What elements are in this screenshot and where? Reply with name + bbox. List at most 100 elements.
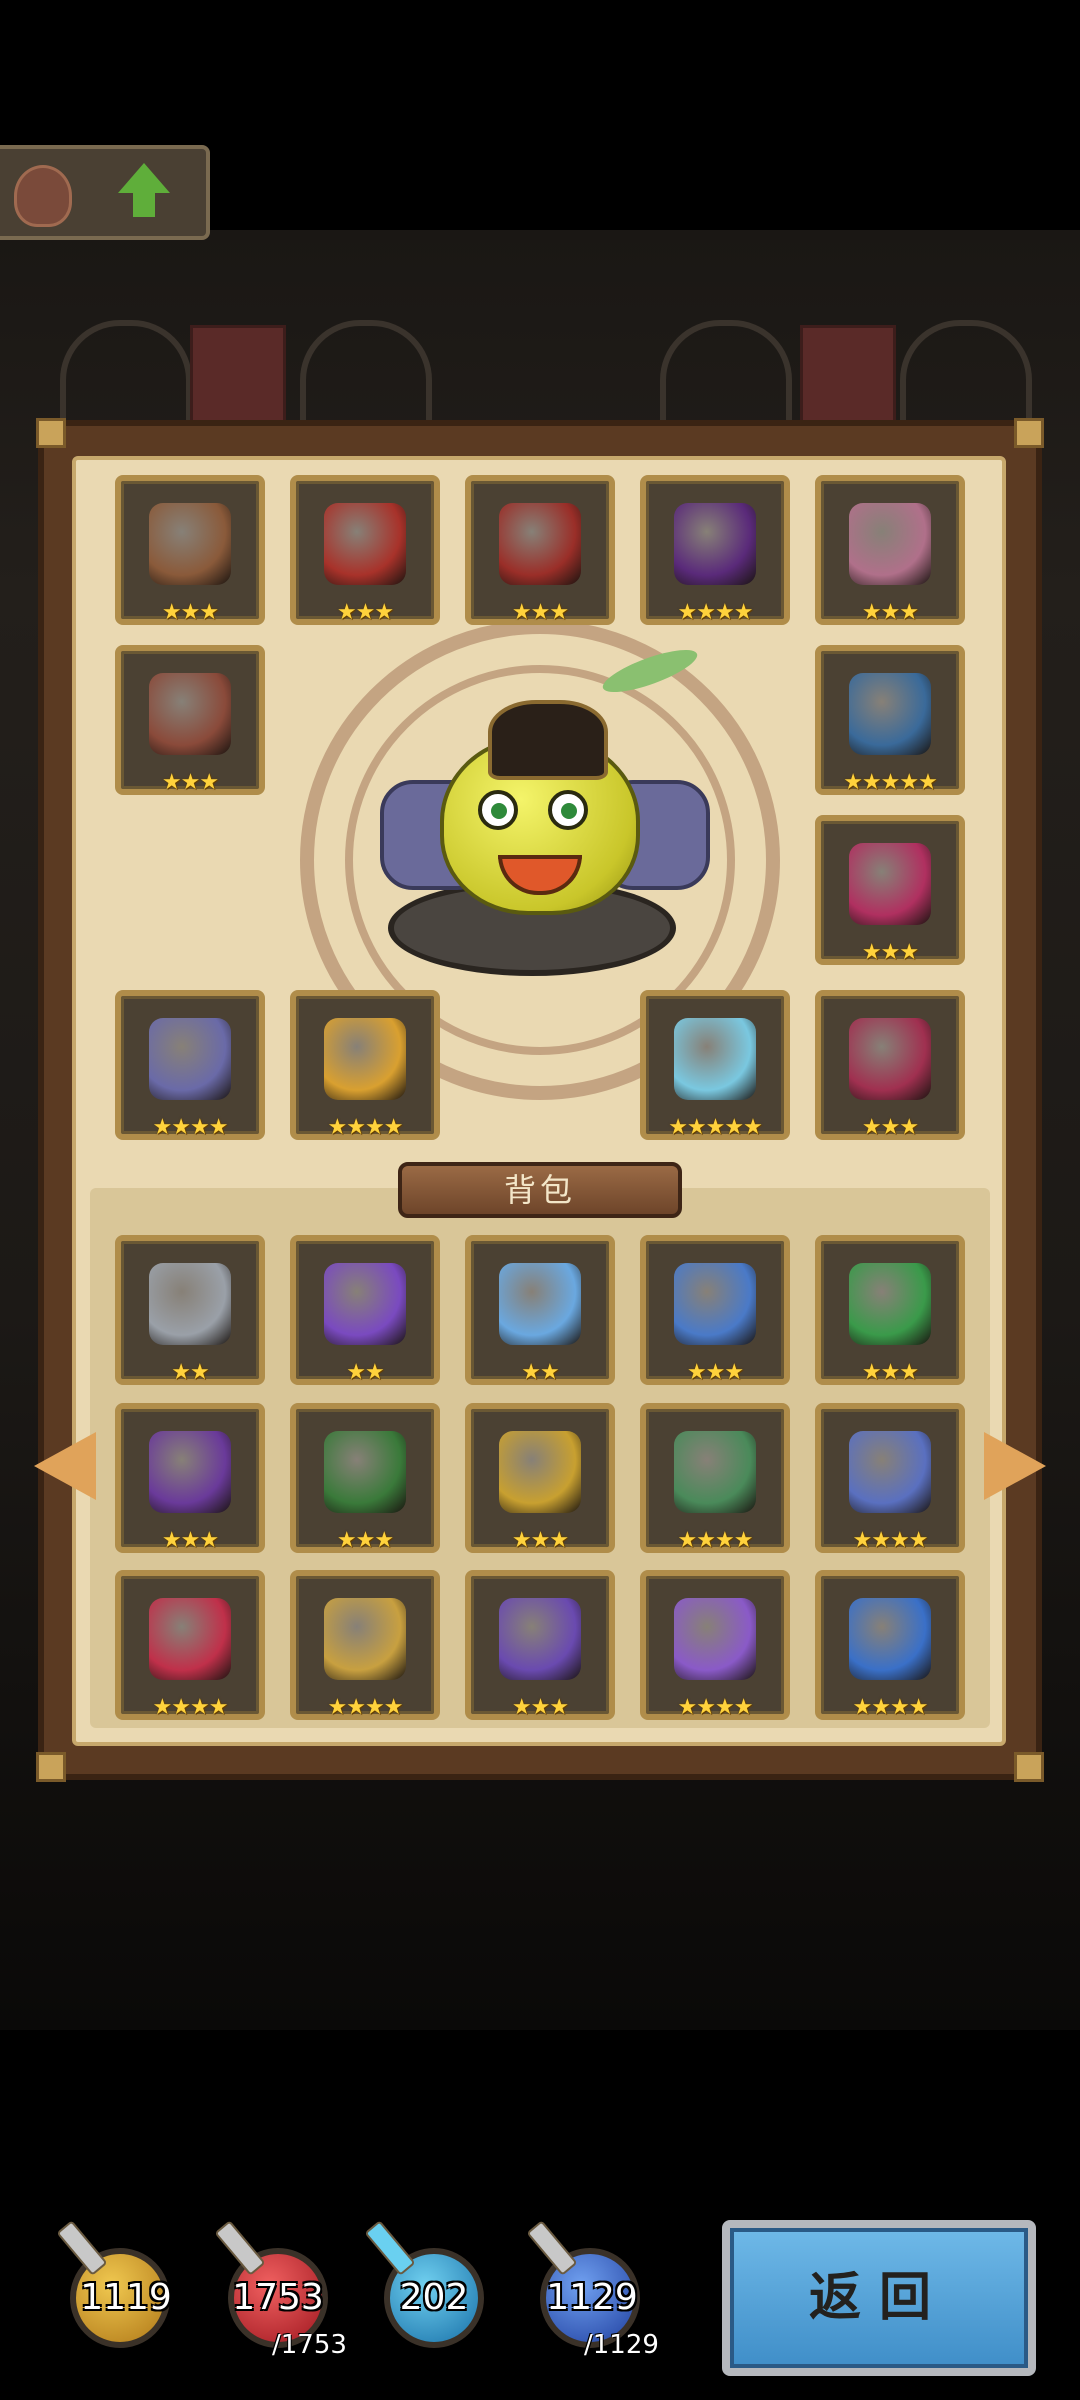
backpack-slot[interactable]: ★★★ xyxy=(640,1235,790,1385)
backpack-slot[interactable]: ★★ xyxy=(290,1235,440,1385)
star-rating: ★★★★ xyxy=(327,1115,404,1140)
pet-eye xyxy=(548,790,588,830)
back-button[interactable]: 返回 xyxy=(722,2220,1036,2376)
gem-necklace-icon xyxy=(849,1431,931,1513)
next-page-arrow-icon[interactable] xyxy=(984,1432,1046,1500)
star-rating: ★★★ xyxy=(861,600,919,625)
prev-page-arrow-icon[interactable] xyxy=(34,1432,96,1500)
frame-corner xyxy=(36,418,66,448)
backpack-slot[interactable]: ★★★★ xyxy=(115,1570,265,1720)
star-rating: ★★★★ xyxy=(152,1695,229,1720)
gold-ring-icon xyxy=(324,1598,406,1680)
backpack-slot[interactable]: ★★★★ xyxy=(640,1403,790,1553)
star-rating: ★★ xyxy=(171,1360,209,1385)
equipment-slot[interactable]: ★★★ xyxy=(465,475,615,625)
green-cloak-icon xyxy=(324,1431,406,1513)
gem-value: 202 xyxy=(399,2277,469,2318)
belt-icon xyxy=(149,673,231,755)
bracer-icon xyxy=(149,503,231,585)
equipment-slot[interactable]: ★★★ xyxy=(115,645,265,795)
upgrade-badge[interactable] xyxy=(0,145,210,240)
equipment-slot[interactable]: ★★★ xyxy=(290,475,440,625)
frame-corner xyxy=(36,1752,66,1782)
equipment-slot[interactable]: ★★★ xyxy=(815,815,965,965)
star-rating: ★★★ xyxy=(511,1528,569,1553)
crystal-helm-icon xyxy=(674,1263,756,1345)
star-rating: ★★★★★ xyxy=(668,1115,763,1140)
tentacle-orb-icon xyxy=(499,1431,581,1513)
backpack-slot[interactable]: ★★★ xyxy=(465,1570,615,1720)
backpack-slot[interactable]: ★★★★ xyxy=(640,1570,790,1720)
star-rating: ★★★ xyxy=(686,1360,744,1385)
star-rating: ★★★ xyxy=(161,770,219,795)
up-arrow-icon-stem xyxy=(133,191,155,217)
pet-eye xyxy=(478,790,518,830)
backpack-label: 背包 xyxy=(398,1162,682,1218)
star-rating: ★★★ xyxy=(161,600,219,625)
golden-tome-icon xyxy=(324,1018,406,1100)
backpack-slot[interactable]: ★★ xyxy=(115,1235,265,1385)
star-rating: ★★★★ xyxy=(677,1528,754,1553)
star-rating: ★★★ xyxy=(511,600,569,625)
silver-ring-icon xyxy=(149,1263,231,1345)
equipment-slot[interactable]: ★★★ xyxy=(115,475,265,625)
equipment-slot[interactable]: ★★★★ xyxy=(290,990,440,1140)
crystal-icon xyxy=(364,2220,416,2276)
harp-icon xyxy=(149,1018,231,1100)
star-rating: ★★ xyxy=(346,1360,384,1385)
backpack-slot[interactable]: ★★★★ xyxy=(815,1403,965,1553)
blue-harp-icon xyxy=(849,1598,931,1680)
star-rating: ★★ xyxy=(521,1360,559,1385)
backpack-slot[interactable]: ★★★ xyxy=(465,1403,615,1553)
equipment-slot[interactable]: ★★★ xyxy=(815,475,965,625)
star-rating: ★★★ xyxy=(161,1528,219,1553)
backpack-slot[interactable]: ★★★ xyxy=(115,1403,265,1553)
backpack-slot[interactable]: ★★★ xyxy=(815,1235,965,1385)
chest-armor-icon xyxy=(324,503,406,585)
backpack-slot[interactable]: ★★★★ xyxy=(290,1570,440,1720)
star-rating: ★★★★ xyxy=(852,1528,929,1553)
dark-lantern-icon xyxy=(674,503,756,585)
frame-corner xyxy=(1014,418,1044,448)
star-rating: ★★★★★ xyxy=(843,770,938,795)
gold-value: 1119 xyxy=(80,2277,172,2318)
crystal-pendant-icon xyxy=(674,1598,756,1680)
equipment-slot[interactable]: ★★★★ xyxy=(115,990,265,1140)
star-rating: ★★★★ xyxy=(677,1695,754,1720)
helmet-icon xyxy=(499,503,581,585)
star-rating: ★★★ xyxy=(336,1528,394,1553)
star-rating: ★★★★ xyxy=(327,1695,404,1720)
star-rating: ★★★★ xyxy=(152,1115,229,1140)
green-armor-icon xyxy=(849,1263,931,1345)
purple-belt-icon xyxy=(149,1431,231,1513)
mp-value: 1129 xyxy=(546,2277,638,2318)
amulet-icon xyxy=(849,503,931,585)
equipment-slot[interactable]: ★★★★ xyxy=(640,475,790,625)
star-rating: ★★★★ xyxy=(852,1695,929,1720)
frame-corner xyxy=(1014,1752,1044,1782)
mp-max: /1129 xyxy=(584,2330,659,2360)
helmet-icon xyxy=(14,165,72,227)
equipment-slot[interactable]: ★★★★★ xyxy=(640,990,790,1140)
up-arrow-icon xyxy=(118,163,170,193)
pet-hat xyxy=(488,700,608,780)
star-rating: ★★★★ xyxy=(677,600,754,625)
ruby-ring-icon xyxy=(149,1598,231,1680)
equipment-slot[interactable]: ★★★★★ xyxy=(815,645,965,795)
backpack-slot[interactable]: ★★★ xyxy=(290,1403,440,1553)
purple-boots-icon xyxy=(324,1263,406,1345)
backpack-slot[interactable]: ★★★★ xyxy=(815,1570,965,1720)
boots-icon xyxy=(849,1018,931,1100)
purple-cape-icon xyxy=(499,1598,581,1680)
hp-max: /1753 xyxy=(272,2330,347,2360)
star-rating: ★★★ xyxy=(861,940,919,965)
orb-gauntlet-icon xyxy=(849,673,931,755)
hp-value: 1753 xyxy=(232,2277,324,2318)
equipment-slot[interactable]: ★★★ xyxy=(815,990,965,1140)
star-rating: ★★★ xyxy=(861,1115,919,1140)
ice-book-icon xyxy=(674,1018,756,1100)
star-rating: ★★★ xyxy=(336,600,394,625)
hood-icon xyxy=(849,843,931,925)
backpack-slot[interactable]: ★★ xyxy=(465,1235,615,1385)
ice-orb-icon xyxy=(499,1263,581,1345)
